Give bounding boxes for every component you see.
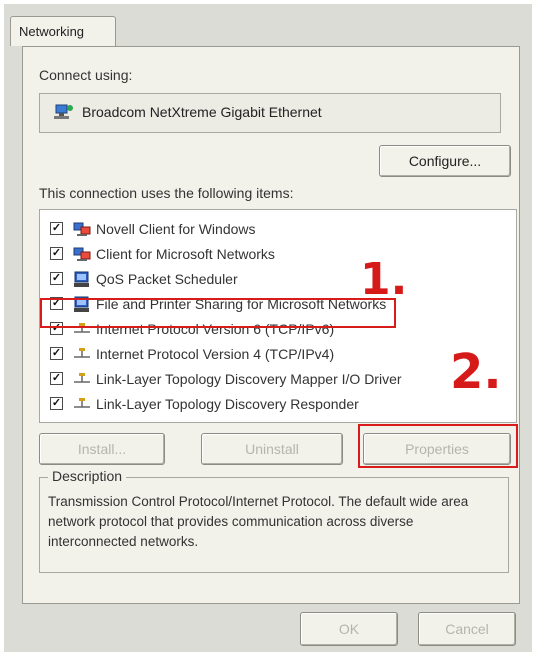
configure-button[interactable]: Configure...: [379, 145, 511, 177]
checkbox[interactable]: ✓: [50, 272, 63, 285]
network-adapter-icon: [54, 104, 73, 119]
protocol-icon: [74, 323, 90, 333]
description-legend: Description: [48, 468, 127, 484]
list-item[interactable]: ✓ QoS Packet Scheduler: [50, 270, 510, 290]
list-item-label: Internet Protocol Version 4 (TCP/IPv4): [96, 346, 335, 362]
cancel-button[interactable]: Cancel: [418, 612, 516, 646]
step-2-annotation: 2.: [450, 344, 502, 400]
tab-networking[interactable]: Networking: [10, 16, 116, 46]
list-item[interactable]: ✓ Internet Protocol Version 4 (TCP/IPv4): [50, 345, 510, 365]
list-item-label: File and Printer Sharing for Microsoft N…: [96, 296, 387, 312]
protocol-icon: [74, 348, 90, 358]
list-item-label: QoS Packet Scheduler: [96, 271, 238, 287]
uninstall-button[interactable]: Uninstall: [201, 433, 343, 465]
ok-button[interactable]: OK: [300, 612, 398, 646]
step-1-annotation: 1.: [360, 254, 408, 305]
checkbox[interactable]: ✓: [50, 372, 63, 385]
network-properties-dialog: Networking Connect using: Broadcom NetXt…: [4, 4, 532, 652]
network-client-icon: [73, 247, 91, 261]
service-icon: [74, 271, 89, 287]
list-item[interactable]: ✓ Internet Protocol Version 6 (TCP/IPv6): [50, 320, 510, 340]
network-client-icon: [73, 222, 91, 236]
list-item[interactable]: ✓ Client for Microsoft Networks: [50, 245, 510, 265]
components-list[interactable]: ✓ Novell Client for Windows ✓ Client for…: [39, 209, 517, 423]
adapter-box: Broadcom NetXtreme Gigabit Ethernet: [39, 93, 501, 133]
install-button[interactable]: Install...: [39, 433, 165, 465]
list-item[interactable]: ✓ Link-Layer Topology Discovery Responde…: [50, 395, 510, 415]
checkbox[interactable]: ✓: [50, 247, 63, 260]
list-item-label: Link-Layer Topology Discovery Responder: [96, 396, 359, 412]
list-item-label: Link-Layer Topology Discovery Mapper I/O…: [96, 371, 402, 387]
items-label: This connection uses the following items…: [39, 185, 294, 201]
networking-panel: Connect using: Broadcom NetXtreme Gigabi…: [22, 46, 520, 604]
protocol-icon: [74, 373, 90, 383]
list-item-label: Client for Microsoft Networks: [96, 246, 275, 262]
description-group: Description Transmission Control Protoco…: [39, 468, 509, 573]
checkbox[interactable]: ✓: [50, 397, 63, 410]
checkbox[interactable]: ✓: [50, 222, 63, 235]
list-item[interactable]: ✓ File and Printer Sharing for Microsoft…: [50, 295, 510, 315]
list-item-label: Novell Client for Windows: [96, 221, 256, 237]
service-icon: [74, 296, 89, 312]
list-item-label: Internet Protocol Version 6 (TCP/IPv6): [96, 321, 335, 337]
checkbox[interactable]: ✓: [50, 347, 63, 360]
connect-using-label: Connect using:: [39, 67, 133, 83]
list-item[interactable]: ✓ Novell Client for Windows: [50, 220, 510, 240]
protocol-icon: [74, 398, 90, 408]
description-text: Transmission Control Protocol/Internet P…: [48, 494, 469, 549]
checkbox[interactable]: ✓: [50, 322, 63, 335]
checkbox[interactable]: ✓: [50, 297, 63, 310]
adapter-name: Broadcom NetXtreme Gigabit Ethernet: [82, 104, 322, 120]
list-item[interactable]: ✓ Link-Layer Topology Discovery Mapper I…: [50, 370, 510, 390]
properties-button[interactable]: Properties: [363, 433, 511, 465]
